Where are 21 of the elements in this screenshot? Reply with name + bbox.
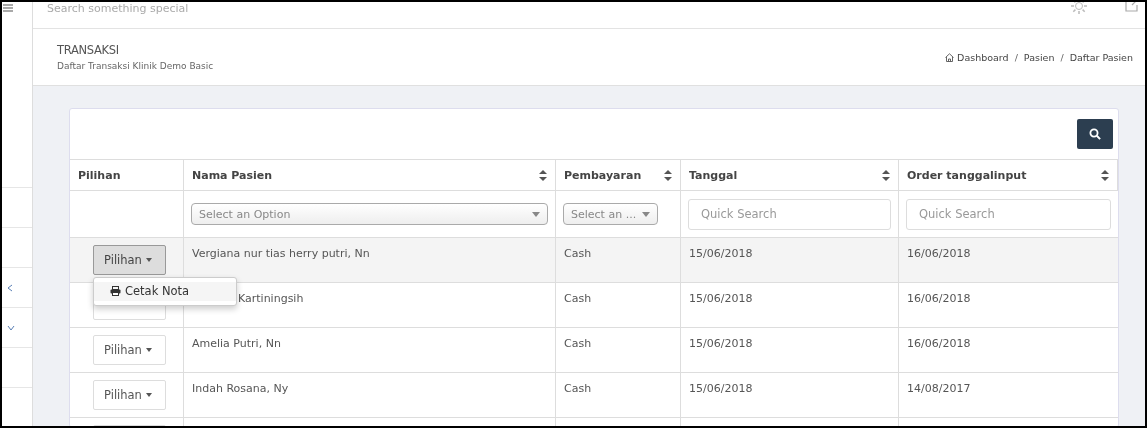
table-cell: Kartiningsih <box>238 292 304 305</box>
page-title: TRANSAKSI <box>57 43 120 57</box>
table-cell: Indah Rosana, Ny <box>192 382 289 395</box>
table-cell: 16/06/2018 <box>907 292 971 305</box>
table-cell: 15/06/2018 <box>689 292 753 305</box>
table-cell: 15/06/2018 <box>689 382 753 395</box>
page-subtitle: Daftar Transaksi Klinik Demo Basic <box>57 61 214 71</box>
table-cell: 16/06/2018 <box>907 247 971 260</box>
table-cell: Cash <box>564 292 592 305</box>
table-cell: Vergiana nur tias herry putri, Nn <box>192 247 370 260</box>
table-cell: 14/08/2017 <box>907 382 971 395</box>
table-cell: 16/06/2018 <box>907 337 971 350</box>
table-cell: Cash <box>564 337 592 350</box>
table-cell: Cash <box>564 247 592 260</box>
table-cell: 15/06/2018 <box>689 247 753 260</box>
breadcrumb-separator: / <box>1014 51 1018 63</box>
column-header: Pilihan <box>78 168 121 182</box>
table-cell: 15/06/2018 <box>689 337 753 350</box>
table-cell: Cash <box>564 382 592 395</box>
breadcrumb-separator: / <box>1060 51 1064 63</box>
table-cell: Amelia Putri, Nn <box>192 337 281 350</box>
